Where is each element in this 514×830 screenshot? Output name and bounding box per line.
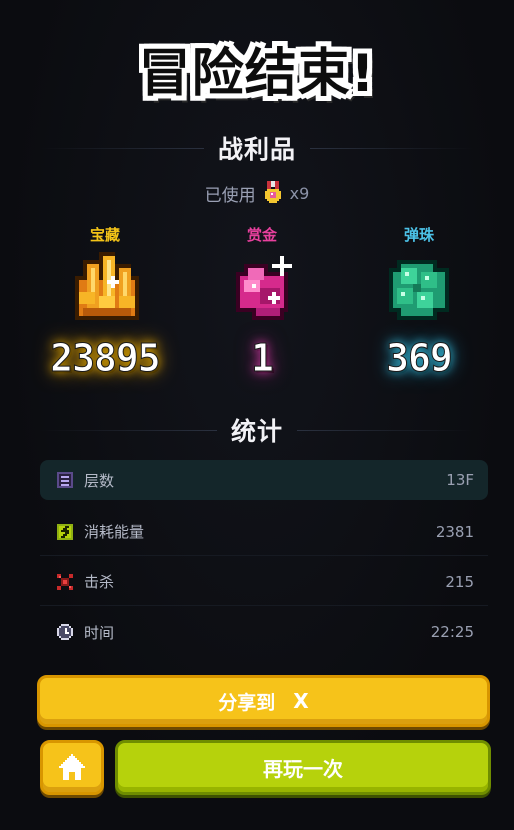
reward-value: 369 (386, 336, 454, 381)
game-over-screen: 冒险结束! 战利品 已使用 x9 宝藏 23895 赏金 1 弹珠 369 统计… (0, 0, 514, 830)
stat-label: 击杀 (84, 573, 115, 591)
play-again-label: 再玩一次 (263, 757, 343, 781)
stats-title: 统计 (231, 417, 284, 446)
stat-row-floor: 层数 13F (40, 460, 488, 500)
reward-bounty: 赏金 1 (187, 224, 337, 384)
stat-value: 2381 (435, 522, 474, 541)
bounty-gem-icon (220, 248, 304, 332)
loot-title: 战利品 (218, 135, 297, 164)
reward-treasure: 宝藏 23895 (30, 224, 180, 384)
clock-icon (56, 623, 74, 641)
title-banner: 冒险结束! (0, 40, 514, 112)
loot-header: 战利品 (40, 130, 474, 166)
medal-icon (264, 181, 282, 205)
stat-row-kills: 击杀 215 (40, 558, 488, 606)
treasure-coins-icon (63, 248, 147, 332)
stat-row-time: 时间 22:25 (40, 608, 488, 656)
kill-icon (56, 573, 74, 591)
stat-value: 215 (445, 572, 474, 591)
reward-value: 1 (251, 336, 275, 381)
reward-label: 弹珠 (403, 226, 434, 244)
home-icon (57, 753, 87, 782)
page-title: 冒险结束! (138, 44, 376, 104)
stat-value: 22:25 (430, 623, 474, 641)
home-button[interactable] (40, 740, 104, 795)
stat-label: 层数 (84, 471, 115, 490)
share-label: 分享到 (218, 691, 276, 714)
reward-marbles: 弹珠 369 (344, 224, 494, 384)
x-logo-icon: X (293, 689, 309, 713)
rewards-row: 宝藏 23895 赏金 1 弹珠 369 (30, 224, 494, 384)
stat-label: 时间 (84, 623, 115, 642)
stat-value: 13F (446, 471, 474, 489)
floor-icon (56, 471, 74, 489)
reward-label: 宝藏 (89, 226, 120, 244)
stats-list: 层数 13F 消耗能量 2381 击杀 215 时间 22:25 (40, 460, 488, 658)
stats-header: 统计 (40, 412, 474, 448)
reward-value: 23895 (50, 336, 161, 381)
stat-label: 消耗能量 (84, 523, 145, 541)
reward-label: 赏金 (246, 226, 277, 244)
energy-icon (56, 523, 74, 541)
used-count: x9 (289, 183, 310, 203)
used-line: 已使用 x9 (0, 178, 514, 208)
play-again-button[interactable]: 再玩一次 (115, 740, 491, 795)
used-label: 已使用 (204, 185, 256, 206)
share-button[interactable]: 分享到 X (37, 675, 490, 727)
stat-row-energy: 消耗能量 2381 (40, 508, 488, 556)
marbles-icon (377, 248, 461, 332)
